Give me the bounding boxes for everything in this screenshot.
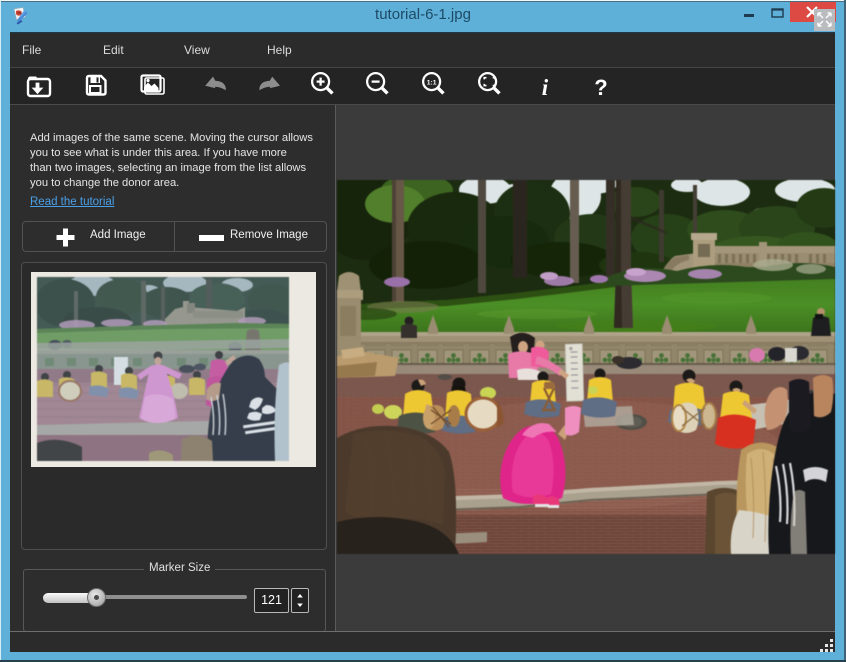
svg-text:i: i	[542, 75, 549, 100]
svg-text:?: ?	[594, 75, 607, 100]
svg-text:1:1: 1:1	[427, 79, 437, 86]
